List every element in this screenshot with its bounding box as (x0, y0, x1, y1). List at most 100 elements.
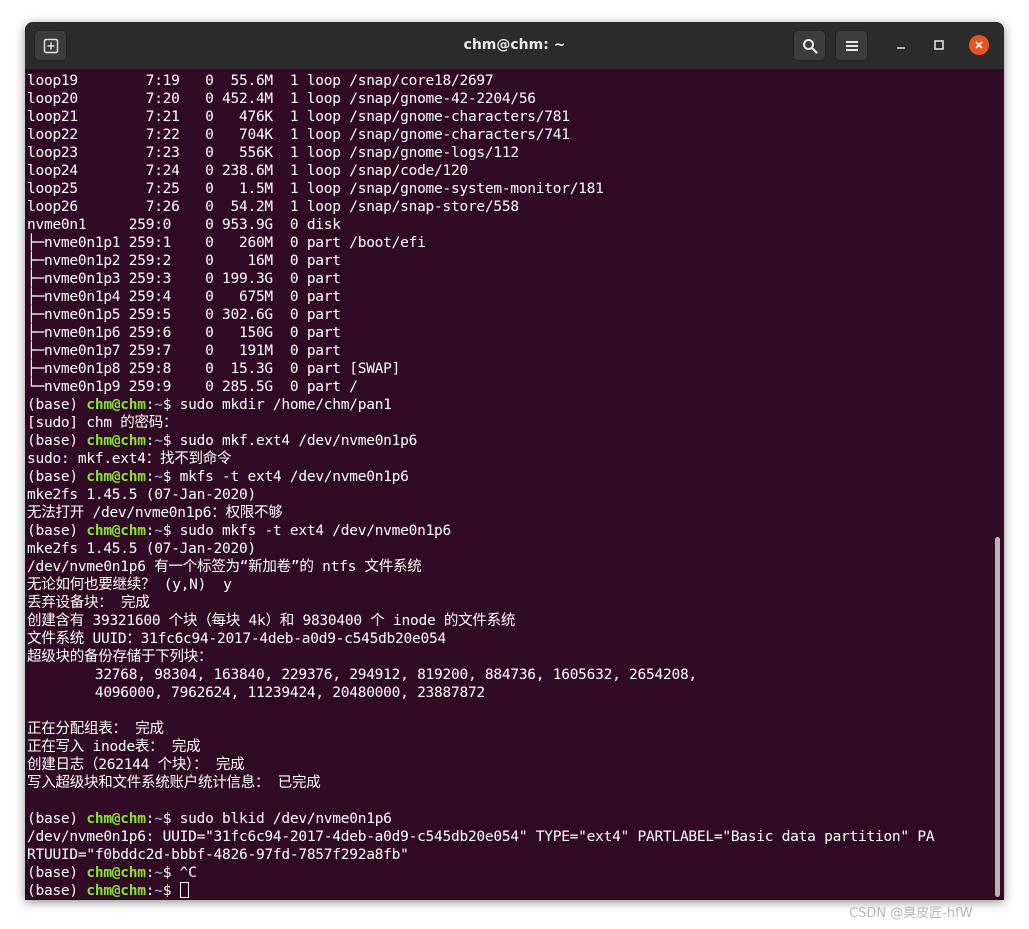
output-line: mke2fs 1.45.5 (07-Jan-2020) (27, 487, 256, 503)
command-text: sudo mkf.ext4 /dev/nvme0n1p6 (179, 433, 418, 449)
output-line: ├─nvme0n1p7 259:7 0 191M 0 part (27, 343, 341, 359)
title-bar[interactable]: chm@chm: ~ (25, 22, 1004, 70)
output-line: 4096000, 7962624, 11239424, 20480000, 23… (27, 685, 485, 701)
output-line: loop23 7:23 0 556K 1 loop /snap/gnome-lo… (27, 145, 519, 161)
maximize-button[interactable] (929, 35, 949, 55)
scrollbar-thumb[interactable] (995, 537, 1000, 897)
prompt-dollar: $ (162, 865, 180, 881)
command-text: sudo blkid /dev/nvme0n1p6 (179, 811, 392, 827)
prompt-line: (base) chm@chm:~$ sudo mkfs -t ext4 /dev… (27, 522, 1004, 540)
prompt-user-host: chm@chm (86, 433, 146, 449)
output-line: [sudo] chm 的密码： (27, 415, 178, 431)
prompt-colon: : (145, 469, 155, 485)
output-line: loop19 7:19 0 55.6M 1 loop /snap/core18/… (27, 73, 494, 89)
output-line: └─nvme0n1p9 259:9 0 285.5G 0 part / (27, 379, 358, 395)
output-line: 无论如何也要继续？ (y,N) y (27, 577, 232, 593)
prompt-dollar: $ (162, 811, 180, 827)
prompt-user-host: chm@chm (86, 397, 146, 413)
text-cursor[interactable] (179, 882, 189, 898)
minimize-icon (897, 47, 905, 49)
prompt-colon: : (145, 433, 155, 449)
watermark: CSDN @臭皮匠-hfW (849, 906, 973, 921)
prompt-line: (base) chm@chm:~$ sudo mkdir /home/chm/p… (27, 396, 1004, 414)
prompt-path: ~ (154, 397, 163, 413)
prompt-env: (base) (27, 523, 87, 539)
prompt-dollar: $ (162, 397, 180, 413)
output-line: 32768, 98304, 163840, 229376, 294912, 81… (27, 667, 697, 683)
search-button[interactable] (793, 30, 826, 61)
hamburger-menu-icon (845, 40, 858, 51)
output-line: ├─nvme0n1p2 259:2 0 16M 0 part (27, 253, 341, 269)
output-line: 丢弃设备块： 完成 (27, 595, 150, 611)
output-line: loop24 7:24 0 238.6M 1 loop /snap/code/1… (27, 163, 468, 179)
output-line: 创建含有 39321600 个块（每块 4k）和 9830400 个 inode… (27, 613, 516, 629)
output-line: loop21 7:21 0 476K 1 loop /snap/gnome-ch… (27, 109, 570, 125)
command-text: mkfs -t ext4 /dev/nvme0n1p6 (179, 469, 409, 485)
output-line: ├─nvme0n1p3 259:3 0 199.3G 0 part (27, 271, 341, 287)
output-line: 无法打开 /dev/nvme0n1p6：权限不够 (27, 505, 283, 521)
prompt-colon: : (145, 397, 155, 413)
output-line: ├─nvme0n1p5 259:5 0 302.6G 0 part (27, 307, 341, 323)
output-line: ├─nvme0n1p6 259:6 0 150G 0 part (27, 325, 341, 341)
prompt-user-host: chm@chm (86, 469, 146, 485)
prompt-path: ~ (154, 469, 163, 485)
output-line: 超级块的备份存储于下列块： (27, 649, 213, 665)
prompt-colon: : (145, 865, 155, 881)
maximize-icon (934, 40, 944, 50)
prompt-env: (base) (27, 469, 87, 485)
output-line: loop22 7:22 0 704K 1 loop /snap/gnome-ch… (27, 127, 570, 143)
prompt-line: (base) chm@chm:~$ sudo mkf.ext4 /dev/nvm… (27, 432, 1004, 450)
output-line: mke2fs 1.45.5 (07-Jan-2020) (27, 541, 256, 557)
command-text: sudo mkdir /home/chm/pan1 (179, 397, 392, 413)
terminal-output[interactable]: loop19 7:19 0 55.6M 1 loop /snap/core18/… (25, 70, 1004, 900)
prompt-path: ~ (154, 433, 163, 449)
prompt-path: ~ (154, 865, 163, 881)
prompt-user-host: chm@chm (86, 865, 146, 881)
prompt-path: ~ (154, 883, 163, 899)
prompt-dollar: $ (162, 523, 180, 539)
prompt-env: (base) (27, 397, 87, 413)
output-line: ├─nvme0n1p1 259:1 0 260M 0 part /boot/ef… (27, 235, 426, 251)
output-line: 正在写入 inode表： 完成 (27, 739, 201, 755)
output-line: nvme0n1 259:0 0 953.9G 0 disk (27, 217, 341, 233)
menu-button[interactable] (835, 30, 868, 61)
prompt-env: (base) (27, 433, 87, 449)
output-line: loop26 7:26 0 54.2M 1 loop /snap/snap-st… (27, 199, 519, 215)
output-line: 创建日志（262144 个块）： 完成 (27, 757, 245, 773)
prompt-colon: : (145, 523, 155, 539)
prompt-colon: : (145, 883, 155, 899)
prompt-line: (base) chm@chm:~$ mkfs -t ext4 /dev/nvme… (27, 468, 1004, 486)
prompt-colon: : (145, 811, 155, 827)
output-line: /dev/nvme0n1p6: UUID="31fc6c94-2017-4deb… (27, 829, 935, 845)
prompt-env: (base) (27, 865, 87, 881)
prompt-line: (base) chm@chm:~$ ^C (27, 864, 1004, 882)
prompt-user-host: chm@chm (86, 523, 146, 539)
output-line: 正在分配组表： 完成 (27, 721, 164, 737)
output-line: RTUUID="f0bddc2d-bbbf-4826-97fd-7857f292… (27, 847, 409, 863)
prompt-path: ~ (154, 811, 163, 827)
prompt-user-host: chm@chm (86, 883, 146, 899)
prompt-env: (base) (27, 883, 87, 899)
close-icon (975, 41, 983, 49)
close-button[interactable] (969, 35, 989, 55)
output-line: loop25 7:25 0 1.5M 1 loop /snap/gnome-sy… (27, 181, 604, 197)
search-icon (802, 38, 818, 54)
prompt-env: (base) (27, 811, 87, 827)
terminal-window: chm@chm: ~ loop19 7:19 0 55.6M 1 loop /s… (25, 22, 1004, 900)
output-line: sudo: mkf.ext4：找不到命令 (27, 451, 232, 467)
output-line: 写入超级块和文件系统账户统计信息： 已完成 (27, 775, 321, 791)
output-line: 文件系统 UUID：31fc6c94-2017-4deb-a0d9-c545db… (27, 631, 446, 647)
output-line: loop20 7:20 0 452.4M 1 loop /snap/gnome-… (27, 91, 536, 107)
command-text: ^C (179, 865, 197, 881)
prompt-dollar: $ (162, 883, 180, 899)
output-line: ├─nvme0n1p4 259:4 0 675M 0 part (27, 289, 341, 305)
output-line: ├─nvme0n1p8 259:8 0 15.3G 0 part [SWAP] (27, 361, 401, 377)
output-line: /dev/nvme0n1p6 有一个标签为“新加卷”的 ntfs 文件系统 (27, 559, 422, 575)
minimize-button[interactable] (891, 35, 911, 55)
prompt-line: (base) chm@chm:~$ sudo blkid /dev/nvme0n… (27, 810, 1004, 828)
prompt-user-host: chm@chm (86, 811, 146, 827)
prompt-path: ~ (154, 523, 163, 539)
prompt-line: (base) chm@chm:~$ (27, 882, 1004, 900)
